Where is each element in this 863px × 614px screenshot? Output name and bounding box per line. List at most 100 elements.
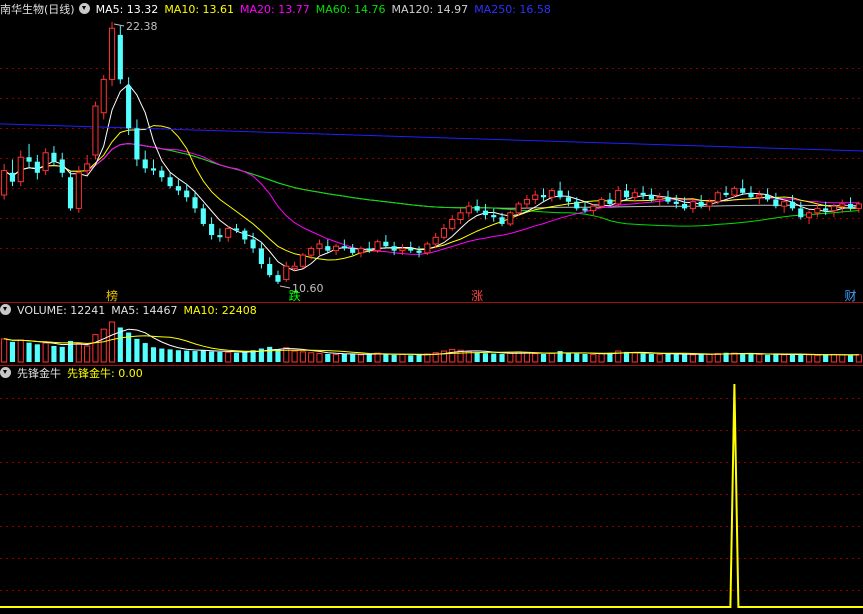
volume-bar	[847, 355, 854, 362]
candle-body	[465, 205, 472, 214]
high-pointer	[113, 23, 125, 27]
candle-body	[805, 212, 813, 218]
candle-body	[515, 203, 522, 214]
candle-body	[440, 227, 448, 238]
vol-ma10-label: MA10: 22408	[183, 304, 257, 317]
ma60-line	[3, 143, 859, 227]
candle-body	[126, 86, 132, 129]
volume-bar	[184, 350, 190, 362]
volume-bar	[233, 352, 240, 362]
candle-body	[26, 157, 32, 162]
dropdown-circle-icon[interactable]	[78, 3, 90, 14]
candle-body	[424, 243, 431, 254]
volume-bar	[706, 353, 713, 363]
candle-body	[291, 265, 298, 269]
candle-body	[507, 212, 514, 225]
volume-bar	[134, 338, 140, 362]
volume-bar	[756, 353, 763, 363]
candle-body	[142, 159, 148, 169]
candle-body	[789, 201, 796, 209]
volume-bar	[209, 351, 215, 362]
dropdown-circle-icon[interactable]	[0, 304, 11, 315]
candle-body	[565, 197, 571, 202]
candle-body	[341, 246, 347, 249]
volume-bar	[714, 353, 721, 363]
candle-body	[673, 201, 679, 204]
candle-body	[557, 190, 563, 198]
volume-bar	[34, 344, 40, 362]
volume-bar	[855, 354, 862, 363]
volume-bar	[574, 353, 580, 362]
candle-body	[457, 212, 464, 221]
candle-body	[449, 219, 456, 229]
ma60-label: MA60: 14.76	[315, 3, 386, 16]
volume-bar	[42, 342, 49, 363]
ma120-label: MA120: 14.97	[391, 3, 469, 16]
volume-bar	[682, 354, 688, 362]
candle-body	[656, 196, 663, 200]
candle-body	[731, 187, 738, 196]
volume-bar	[416, 354, 422, 362]
event-annotation: 涨	[471, 288, 483, 303]
candle-body	[59, 159, 65, 173]
candle-body	[242, 230, 248, 240]
candle-body	[357, 247, 365, 254]
indicator-value: 先锋金牛: 0.00	[67, 367, 143, 380]
candle-body	[192, 197, 198, 209]
volume-bar	[291, 350, 298, 363]
candle-body	[325, 246, 331, 251]
candle-body	[167, 177, 173, 187]
candle-body	[648, 195, 654, 200]
volume-bar	[217, 351, 223, 362]
candle-body	[200, 208, 206, 224]
candle-body	[432, 236, 439, 245]
volume-bar	[449, 348, 456, 363]
indicator-name: 先锋金牛	[17, 367, 61, 380]
candle-body	[723, 192, 729, 196]
candle-body	[482, 210, 489, 216]
volume-bar	[440, 350, 448, 363]
volume-bar	[332, 353, 340, 363]
volume-bar	[408, 355, 414, 362]
volume-bar	[26, 342, 32, 362]
volume-bar	[781, 354, 788, 363]
ma250-label: MA250: 16.58	[474, 3, 551, 16]
candle-body	[532, 194, 539, 200]
ma5-label: MA5: 13.32	[95, 3, 159, 16]
volume-bar	[789, 354, 796, 362]
volume-bar	[532, 353, 539, 363]
candle-body	[75, 172, 82, 209]
volume-bar	[673, 353, 679, 362]
volume-bar	[764, 354, 771, 362]
volume-bar	[142, 343, 148, 362]
volume-bar	[316, 353, 323, 363]
ma5-line	[3, 83, 859, 272]
volume-bar	[598, 353, 605, 363]
candle-body	[814, 207, 821, 214]
volume-bar	[17, 339, 24, 363]
candle-body	[839, 203, 846, 207]
volume-bar	[805, 354, 813, 363]
event-annotation: 榜	[106, 288, 118, 303]
candle-body	[574, 201, 580, 209]
candle-body	[548, 190, 555, 198]
candle-body	[366, 248, 372, 251]
dropdown-circle-icon[interactable]	[0, 367, 11, 378]
candle-body	[250, 239, 256, 249]
volume-bar	[275, 349, 281, 362]
ma10-line	[3, 125, 859, 261]
volume-bar	[748, 354, 754, 362]
candle-body	[764, 195, 771, 200]
candle-body	[42, 152, 49, 172]
candle-body	[491, 215, 497, 218]
volume-bar	[482, 353, 489, 362]
candle-body	[100, 78, 107, 114]
candle-body	[134, 128, 140, 160]
candle-body	[9, 172, 16, 182]
candle-body	[17, 156, 24, 183]
ma120-line	[3, 143, 859, 209]
volume-bar	[798, 354, 804, 362]
candle-body	[748, 192, 754, 198]
candle-body	[283, 265, 290, 281]
candle-body	[217, 235, 223, 238]
